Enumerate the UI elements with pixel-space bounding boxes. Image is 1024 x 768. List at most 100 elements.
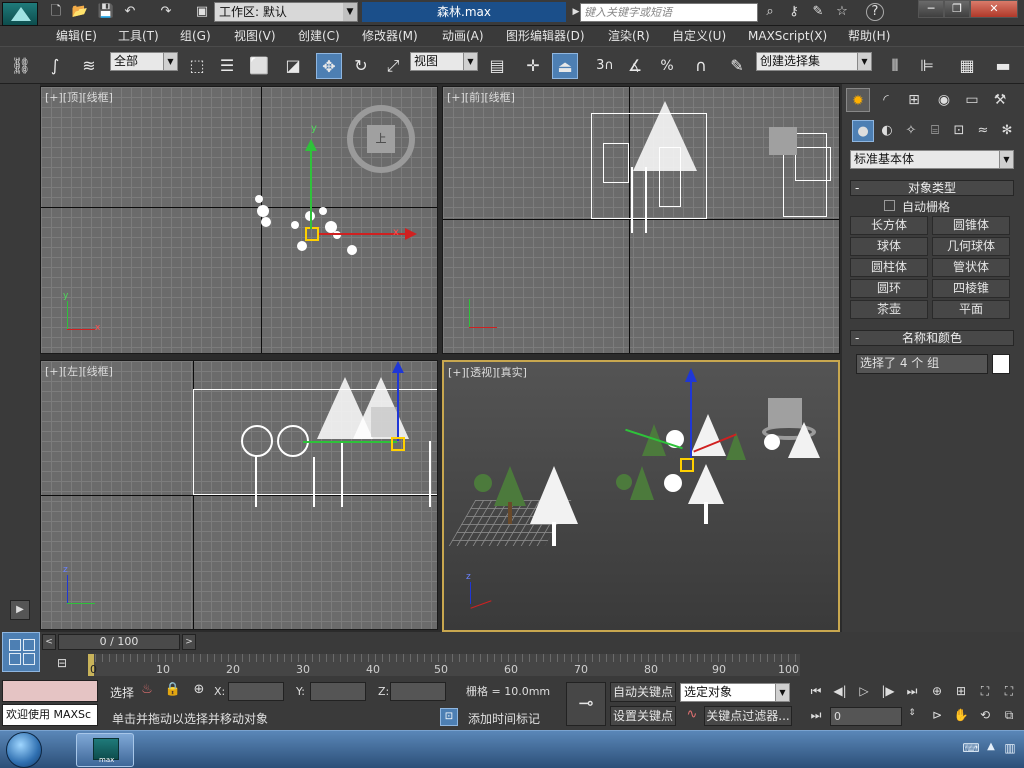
tray-expand-icon[interactable]: ▲ <box>984 741 998 757</box>
z-coordinate-field[interactable] <box>390 682 446 701</box>
menu-customize[interactable]: 自定义(U) <box>672 27 726 45</box>
save-file-icon[interactable]: 💾 <box>96 3 116 21</box>
object-name-field[interactable]: 选择了 4 个 组 <box>856 354 988 374</box>
align-icon[interactable]: ⊫ <box>914 53 940 79</box>
gizmo-z-axis[interactable] <box>690 372 692 458</box>
workspace-select[interactable]: 工作区: 默认 ▼ <box>214 2 358 22</box>
zoom-icon[interactable]: ⊕ <box>928 684 946 702</box>
box-button[interactable]: 长方体 <box>850 216 928 235</box>
viewcube[interactable] <box>769 127 797 155</box>
gizmo-y-axis[interactable] <box>310 147 312 229</box>
plane-button[interactable]: 平面 <box>932 300 1010 319</box>
utilities-tab-icon[interactable]: ⚒ <box>988 88 1012 112</box>
menu-group[interactable]: 组(G) <box>180 27 211 45</box>
display-tab-icon[interactable]: ▭ <box>960 88 984 112</box>
field-of-view-icon[interactable]: ⊳ <box>928 708 946 726</box>
close-button[interactable]: ✕ <box>970 0 1018 18</box>
key-filters-button[interactable]: 关键点过滤器... <box>704 706 792 726</box>
helpers-category-icon[interactable]: ⊡ <box>948 120 970 142</box>
reference-coordinate-select[interactable]: 视图 ▼ <box>410 52 478 71</box>
bind-space-warp-icon[interactable]: ≋ <box>76 53 102 79</box>
menu-graph-editors[interactable]: 图形编辑器(D) <box>506 27 585 45</box>
set-key-button[interactable]: 设置关键点 <box>610 706 676 726</box>
viewcube[interactable]: 上 <box>367 125 395 153</box>
binoculars-icon[interactable]: ⌕ <box>760 3 780 21</box>
systems-category-icon[interactable]: ✻ <box>996 120 1018 142</box>
select-object-icon[interactable]: ⬚ <box>184 53 210 79</box>
go-to-end-icon[interactable]: ⏭ <box>902 684 922 702</box>
open-file-icon[interactable]: 📂 <box>70 3 90 21</box>
orbit-icon[interactable]: ⟲ <box>976 708 994 726</box>
geometry-category-icon[interactable]: ● <box>852 120 874 142</box>
current-frame-field[interactable]: 0 <box>830 707 902 726</box>
menu-maxscript[interactable]: MAXScript(X) <box>748 27 827 45</box>
motion-tab-icon[interactable]: ◉ <box>932 88 956 112</box>
viewport-label-left[interactable]: [+][左][线框] <box>45 363 113 379</box>
keyboard-icon[interactable]: ⌨ <box>962 741 980 757</box>
key-mode-select[interactable]: 选定对象 ▼ <box>680 683 790 702</box>
viewport-top[interactable]: [+][顶][线框] 上 y x y x <box>40 86 438 354</box>
taskbar-3dsmax-app[interactable]: max <box>76 733 134 767</box>
percent-snap-icon[interactable]: % <box>654 53 680 79</box>
expand-ribbon-icon[interactable]: ▶ <box>10 600 30 620</box>
favorites-star-icon[interactable]: ☆ <box>832 3 852 21</box>
layer-manager-icon[interactable]: ▦ <box>954 53 980 79</box>
pivot-center-icon[interactable]: ▤ <box>484 53 510 79</box>
create-tab-icon[interactable]: ✹ <box>846 88 870 112</box>
sphere-button[interactable]: 球体 <box>850 237 928 256</box>
spinner-snap-icon[interactable]: ∩ <box>688 53 714 79</box>
unlink-icon[interactable]: ∫ <box>42 53 68 79</box>
viewport-label-top[interactable]: [+][顶][线框] <box>45 89 113 105</box>
subscription-key-icon[interactable]: ⚷ <box>784 3 804 21</box>
manipulate-icon[interactable]: ✛ <box>520 53 546 79</box>
menu-tools[interactable]: 工具(T) <box>118 27 159 45</box>
auto-key-button[interactable]: 自动关键点 <box>610 682 676 702</box>
time-slider[interactable]: 0 / 100 <box>58 634 180 650</box>
time-tag-icon[interactable]: ⊡ <box>440 708 458 726</box>
x-coordinate-field[interactable] <box>228 682 284 701</box>
torus-button[interactable]: 圆环 <box>850 279 928 298</box>
time-slider-next-icon[interactable]: > <box>182 634 196 650</box>
new-file-icon[interactable]: 🗋 <box>46 3 66 21</box>
minimize-button[interactable]: ─ <box>918 0 944 18</box>
pan-icon[interactable]: ✋ <box>952 708 970 726</box>
keyboard-shortcut-override-icon[interactable]: ⏏ <box>552 53 578 79</box>
shapes-category-icon[interactable]: ◐ <box>876 120 898 142</box>
restore-button[interactable]: ❐ <box>944 0 970 18</box>
primitive-category-select[interactable]: 标准基本体 ▼ <box>850 150 1014 169</box>
hierarchy-tab-icon[interactable]: ⊞ <box>902 88 926 112</box>
zoom-extents-icon[interactable]: ⛶ <box>976 684 994 702</box>
key-mode-toggle-icon[interactable]: ⏭ <box>806 708 826 726</box>
cylinder-button[interactable]: 圆柱体 <box>850 258 928 277</box>
autogrid-checkbox[interactable] <box>884 200 895 211</box>
pyramid-button[interactable]: 四棱锥 <box>932 279 1010 298</box>
absolute-mode-icon[interactable]: ⊕ <box>190 682 208 700</box>
menu-views[interactable]: 视图(V) <box>234 27 276 45</box>
previous-frame-icon[interactable]: ◀| <box>830 684 850 702</box>
next-frame-icon[interactable]: |▶ <box>878 684 898 702</box>
search-input[interactable]: 键入关键字或短语 <box>580 3 758 22</box>
cameras-category-icon[interactable]: ⌸ <box>924 120 946 142</box>
redo-icon[interactable]: ↷ <box>156 3 176 21</box>
mini-curve-editor-icon[interactable]: ⊟ <box>50 656 74 674</box>
zoom-all-icon[interactable]: ⊞ <box>952 684 970 702</box>
name-and-color-rollout[interactable]: - 名称和颜色 <box>850 330 1014 346</box>
angle-snap-icon[interactable]: ∡ <box>622 53 648 79</box>
selection-gizmo-center[interactable] <box>305 227 319 241</box>
menu-modifiers[interactable]: 修改器(M) <box>362 27 418 45</box>
viewport-label-front[interactable]: [+][前][线框] <box>447 89 515 105</box>
select-and-rotate-icon[interactable]: ↻ <box>348 53 374 79</box>
selection-gizmo-center[interactable] <box>680 458 694 472</box>
space-warps-category-icon[interactable]: ≈ <box>972 120 994 142</box>
graphite-toolbar-icon[interactable]: ▬ <box>990 53 1016 79</box>
selection-gizmo-center[interactable] <box>391 437 405 451</box>
play-icon[interactable]: ▷ <box>854 684 874 702</box>
gizmo-y-axis[interactable] <box>303 441 397 443</box>
menu-animation[interactable]: 动画(A) <box>442 27 484 45</box>
set-key-icon[interactable]: ⊸ <box>566 682 606 726</box>
object-color-swatch[interactable] <box>992 354 1010 374</box>
rectangular-selection-icon[interactable]: ⬜ <box>246 53 272 79</box>
time-slider-prev-icon[interactable]: < <box>42 634 56 650</box>
maxscript-listener-top[interactable] <box>2 680 98 702</box>
communication-icon[interactable]: ✎ <box>808 3 828 21</box>
